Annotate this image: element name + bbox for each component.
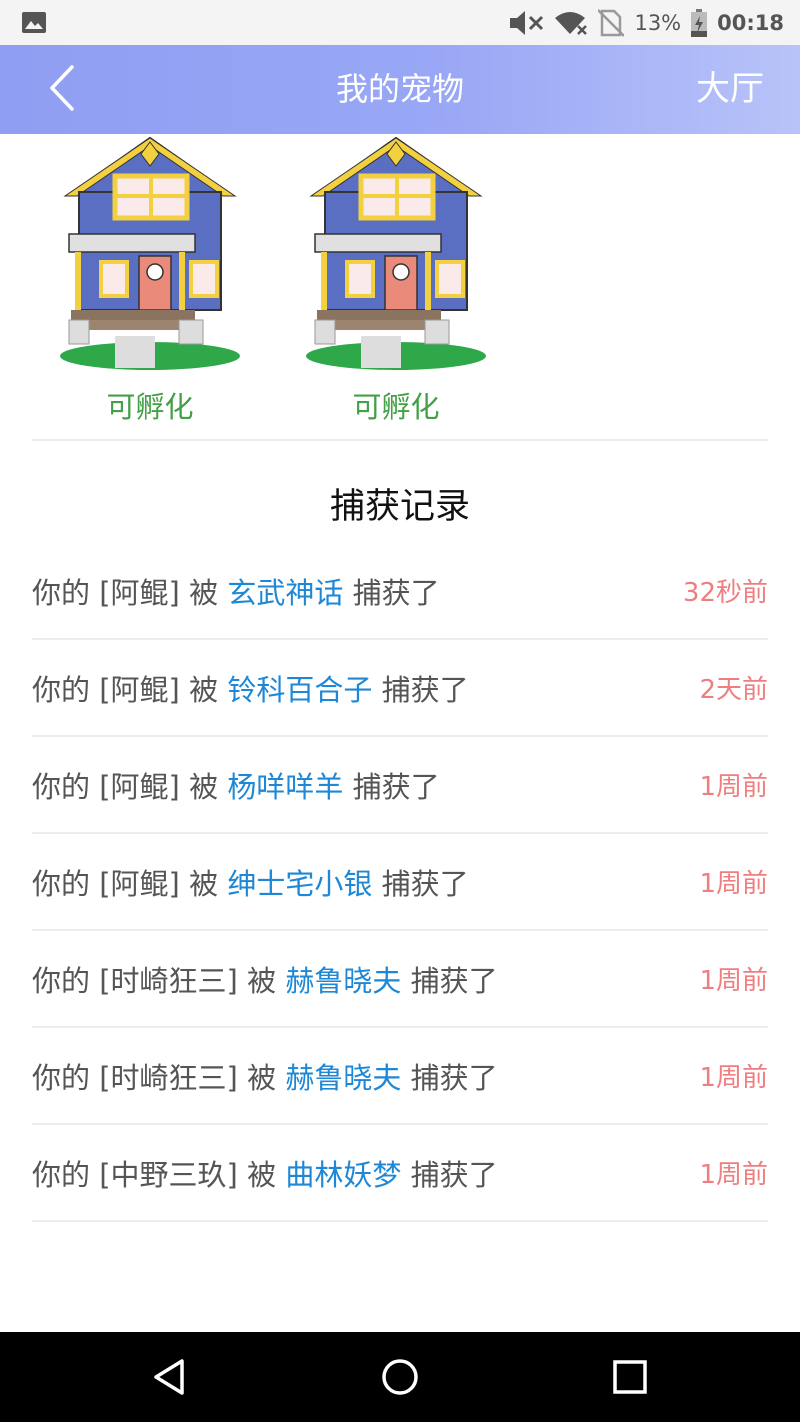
record-text: 你的 [阿鲲] 被 铃科百合子 捕获了 xyxy=(32,672,469,707)
navigation-bar xyxy=(0,1332,800,1422)
house-icon xyxy=(306,136,486,370)
battery-icon xyxy=(691,8,708,37)
record-time: 1周前 xyxy=(699,772,768,802)
wifi-off-icon xyxy=(555,11,588,35)
capture-record: 你的 [时崎狂三] 被 赫鲁晓夫 捕获了 1周前 xyxy=(32,1028,768,1125)
divider xyxy=(32,439,768,441)
house-icon xyxy=(60,136,240,370)
no-sim-icon xyxy=(598,8,625,37)
battery-percent: 13% xyxy=(634,10,682,35)
capturer-link[interactable]: 铃科百合子 xyxy=(227,673,372,707)
capturer-link[interactable]: 曲林妖梦 xyxy=(285,1158,401,1192)
record-text: 你的 [时崎狂三] 被 赫鲁晓夫 捕获了 xyxy=(32,963,498,998)
record-time: 2天前 xyxy=(699,675,768,705)
page-title: 我的宠物 xyxy=(335,70,464,108)
pet-card[interactable]: 可孵化 xyxy=(296,134,496,434)
recents-square-icon[interactable] xyxy=(610,1357,650,1397)
volume-mute-icon xyxy=(510,10,544,35)
capture-record: 你的 [时崎狂三] 被 赫鲁晓夫 捕获了 1周前 xyxy=(32,931,768,1028)
capture-record: 你的 [阿鲲] 被 绅士宅小银 捕获了 1周前 xyxy=(32,834,768,931)
record-text: 你的 [时崎狂三] 被 赫鲁晓夫 捕获了 xyxy=(32,1060,498,1095)
app-header: 我的宠物 大厅 xyxy=(0,45,800,134)
capture-record: 你的 [阿鲲] 被 杨咩咩羊 捕获了 1周前 xyxy=(32,737,768,834)
record-time: 32秒前 xyxy=(682,578,768,608)
pet-status-label: 可孵化 xyxy=(352,390,440,424)
capture-record: 你的 [阿鲲] 被 铃科百合子 捕获了 2天前 xyxy=(32,640,768,737)
back-arrow-icon[interactable] xyxy=(40,63,90,113)
status-icons: 13% 00:18 xyxy=(510,0,784,45)
status-bar: 13% 00:18 xyxy=(0,0,800,45)
capturer-link[interactable]: 杨咩咩羊 xyxy=(227,770,343,804)
capture-record-list: 你的 [阿鲲] 被 玄武神话 捕获了 32秒前 你的 [阿鲲] 被 铃科百合子 … xyxy=(32,543,768,1222)
gallery-icon xyxy=(22,12,46,33)
capturer-link[interactable]: 赫鲁晓夫 xyxy=(285,1061,401,1095)
record-text: 你的 [中野三玖] 被 曲林妖梦 捕获了 xyxy=(32,1157,498,1192)
record-time: 1周前 xyxy=(699,1160,768,1190)
capture-records-title: 捕获记录 xyxy=(329,487,470,527)
capture-record: 你的 [中野三玖] 被 曲林妖梦 捕获了 1周前 xyxy=(32,1125,768,1222)
record-text: 你的 [阿鲲] 被 杨咩咩羊 捕获了 xyxy=(32,769,440,804)
lobby-button[interactable]: 大厅 xyxy=(696,45,764,134)
capturer-link[interactable]: 绅士宅小银 xyxy=(227,867,372,901)
home-circle-icon[interactable] xyxy=(380,1357,420,1397)
clock: 00:18 xyxy=(717,10,784,35)
record-time: 1周前 xyxy=(699,1063,768,1093)
pet-card[interactable]: 可孵化 xyxy=(50,134,250,434)
pet-grid: 可孵化 可孵化 xyxy=(0,134,800,440)
record-time: 1周前 xyxy=(699,966,768,996)
capturer-link[interactable]: 赫鲁晓夫 xyxy=(285,964,401,998)
record-text: 你的 [阿鲲] 被 玄武神话 捕获了 xyxy=(32,575,440,610)
record-text: 你的 [阿鲲] 被 绅士宅小银 捕获了 xyxy=(32,866,469,901)
capturer-link[interactable]: 玄武神话 xyxy=(227,576,343,610)
back-triangle-icon[interactable] xyxy=(150,1357,190,1397)
capture-record: 你的 [阿鲲] 被 玄武神话 捕获了 32秒前 xyxy=(32,543,768,640)
pet-status-label: 可孵化 xyxy=(106,390,194,424)
record-time: 1周前 xyxy=(699,869,768,899)
